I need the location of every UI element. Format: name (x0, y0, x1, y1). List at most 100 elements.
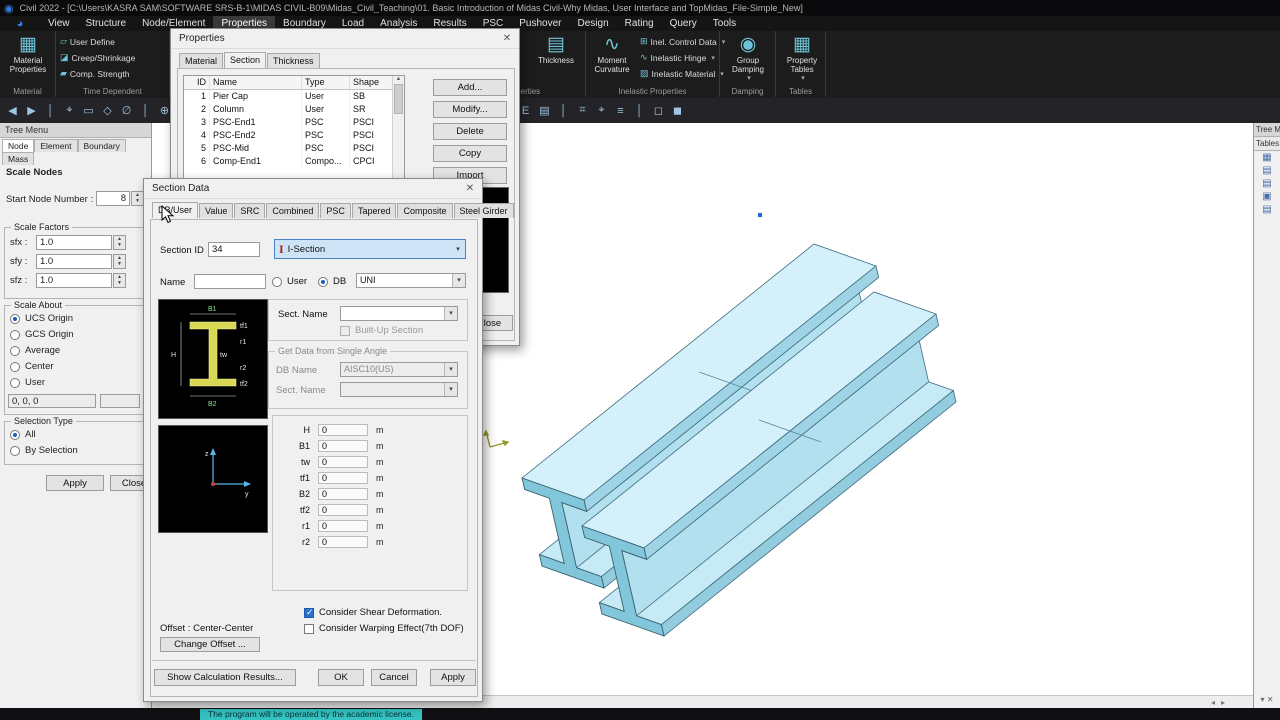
toolbar-icon[interactable]: │ (554, 101, 573, 121)
inelastic-hinge-button[interactable]: ∿ Inelastic Hinge (640, 51, 715, 64)
radio-user[interactable]: User (10, 377, 45, 388)
db-standard-combo[interactable]: UNI (356, 273, 466, 288)
sfz-input[interactable]: 1.0 (36, 273, 112, 288)
change-offset-button[interactable]: Change Offset ... (160, 637, 260, 652)
tab-value[interactable]: Value (199, 203, 234, 218)
radio-ucs-origin[interactable]: UCS Origin (10, 313, 73, 324)
section-id-input[interactable]: 34 (208, 242, 260, 257)
modify-button[interactable]: Modify... (433, 101, 507, 118)
ok-button[interactable]: OK (318, 669, 364, 686)
user-define-button[interactable]: ▱ User Define (60, 35, 115, 48)
moment-curvature-button[interactable]: ∿ Moment Curvature (586, 34, 638, 74)
tab-material[interactable]: Material (179, 53, 224, 68)
param-r2-input[interactable]: 0 (318, 536, 368, 548)
db-name-combo[interactable]: AISC10(US) (340, 362, 458, 377)
apply-button[interactable]: Apply (46, 475, 104, 491)
panel-close-icon[interactable]: ✕ (1267, 695, 1274, 704)
param-b1-input[interactable]: 0 (318, 440, 368, 452)
tables-tree-item[interactable]: ▣ (1254, 190, 1280, 203)
tab-element[interactable]: Element (34, 139, 78, 152)
tables-header[interactable]: Tables (1254, 137, 1280, 151)
section-list-row[interactable]: 4 PSC-End2 PSC PSCI (184, 129, 404, 142)
section-list-row[interactable]: 5 PSC-Mid PSC PSCI (184, 142, 404, 155)
sfz-spinner[interactable]: ▲ ▼ (113, 273, 126, 288)
toolbar-icon[interactable]: │ (630, 101, 649, 121)
tables-tree-item[interactable]: ▦ (1254, 151, 1280, 164)
tab-combined[interactable]: Combined (266, 203, 320, 218)
section-list-row[interactable]: 6 Comp-End1 Compo... CPCI (184, 155, 404, 168)
tables-tree-item[interactable]: ▤ (1254, 177, 1280, 190)
sfx-input[interactable]: 1.0 (36, 235, 112, 250)
toolbar-icon[interactable]: ∅ (117, 101, 136, 121)
toolbar-icon[interactable]: ▶ (22, 101, 41, 121)
inel-control-data-button[interactable]: ⊞ Inel. Control Data (640, 35, 725, 48)
coords-pick-button[interactable] (100, 394, 140, 408)
material-properties-button[interactable]: ▦ Material Properties (2, 34, 54, 74)
built-up-checkbox[interactable]: Built-Up Section (340, 325, 423, 336)
radio-user-db[interactable]: User (272, 276, 307, 287)
tab-node[interactable]: Node (2, 139, 35, 152)
toolbar-icon[interactable]: │ (136, 101, 155, 121)
menu-item[interactable]: Design (570, 16, 617, 31)
menu-item[interactable]: View (40, 16, 78, 31)
warping-effect-checkbox[interactable]: Consider Warping Effect(7th DOF) (304, 623, 464, 634)
param-r1-input[interactable]: 0 (318, 520, 368, 532)
toolbar-icon[interactable]: ⌗ (573, 101, 592, 121)
sfx-spinner[interactable]: ▲ ▼ (113, 235, 126, 250)
section-list-row[interactable]: 1 Pier Cap User SB (184, 90, 404, 103)
group-damping-button[interactable]: ◉ Group Damping (722, 34, 774, 83)
comp-strength-button[interactable]: ▰ Comp. Strength (60, 67, 129, 80)
scale-about-coords[interactable]: 0, 0, 0 (8, 394, 96, 408)
section-list-row[interactable]: 3 PSC-End1 PSC PSCI (184, 116, 404, 129)
param-b2-input[interactable]: 0 (318, 488, 368, 500)
param-tw-input[interactable]: 0 (318, 456, 368, 468)
tab-steel-girder[interactable]: Steel Girder (453, 203, 514, 218)
radio-db[interactable]: DB (318, 276, 346, 287)
tab-thickness[interactable]: Thickness (267, 53, 320, 68)
show-calculation-button[interactable]: Show Calculation Results... (154, 669, 296, 686)
apply-button-dialog[interactable]: Apply (430, 669, 476, 686)
menu-item[interactable]: Rating (617, 16, 662, 31)
property-tables-button[interactable]: ▦ Property Tables (776, 34, 828, 83)
delete-button[interactable]: Delete (433, 123, 507, 140)
radio-by-selection[interactable]: By Selection (10, 445, 78, 456)
tab-section[interactable]: Section (224, 52, 267, 68)
toolbar-icon[interactable]: ◼ (668, 101, 687, 121)
menu-item[interactable]: Pushover (511, 16, 569, 31)
toolbar-icon[interactable]: ≡ (611, 101, 630, 121)
radio-gcs-origin[interactable]: GCS Origin (10, 329, 74, 340)
menu-item[interactable]: Query (662, 16, 705, 31)
tab-psc[interactable]: PSC (320, 203, 351, 218)
section-shape-combo[interactable]: I I-Section ▾ (274, 239, 466, 259)
sect-name-combo[interactable] (340, 306, 458, 321)
properties-close-icon[interactable]: ✕ (500, 32, 514, 46)
section-list-row[interactable]: 2 Column User SR (184, 103, 404, 116)
radio-average[interactable]: Average (10, 345, 60, 356)
copy-button[interactable]: Copy (433, 145, 507, 162)
name-input[interactable] (194, 274, 266, 289)
midas-logo-icon[interactable]: ◕ (0, 18, 40, 30)
thickness-button[interactable]: ▤ Thickness (530, 34, 582, 65)
toolbar-icon[interactable]: │ (41, 101, 60, 121)
inelastic-material-button[interactable]: ▨ Inelastic Material (640, 67, 724, 80)
tables-tree-item[interactable]: ▤ (1254, 164, 1280, 177)
toolbar-icon[interactable]: ◻ (649, 101, 668, 121)
sect-name2-combo[interactable] (340, 382, 458, 397)
param-h-input[interactable]: 0 (318, 424, 368, 436)
start-node-input[interactable]: 8 (96, 191, 130, 206)
radio-all[interactable]: All (10, 429, 36, 440)
scroll-left-icon[interactable]: ◂ (1211, 698, 1215, 707)
sfy-input[interactable]: 1.0 (36, 254, 112, 269)
toolbar-icon[interactable]: ▤ (535, 101, 554, 121)
param-tf1-input[interactable]: 0 (318, 472, 368, 484)
sfy-spinner[interactable]: ▲ ▼ (113, 254, 126, 269)
tab-mass[interactable]: Mass (2, 152, 35, 165)
radio-center[interactable]: Center (10, 361, 54, 372)
tab-tapered[interactable]: Tapered (351, 203, 397, 218)
scroll-right-icon[interactable]: ▸ (1221, 698, 1225, 707)
menu-item[interactable]: Structure (78, 16, 135, 31)
add-button[interactable]: Add... (433, 79, 507, 96)
toolbar-icon[interactable]: ◀ (3, 101, 22, 121)
cancel-button[interactable]: Cancel (371, 669, 417, 686)
toolbar-icon[interactable]: ⌖ (592, 101, 611, 121)
